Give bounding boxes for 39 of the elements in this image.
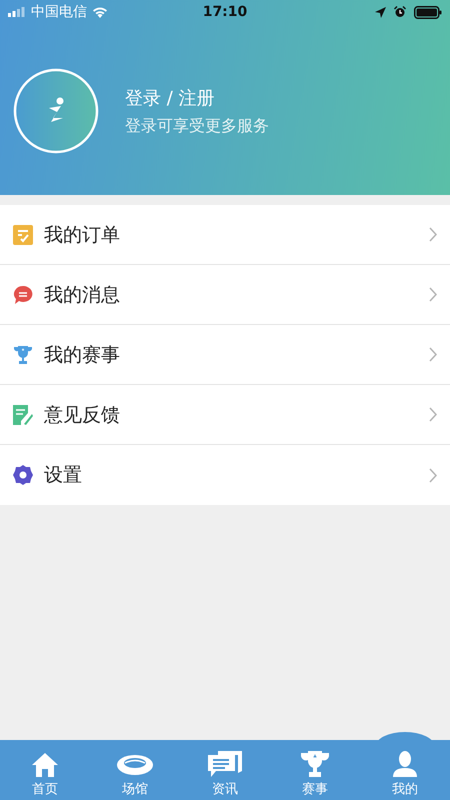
- news-chat-icon: [208, 751, 242, 777]
- home-icon: [32, 753, 58, 777]
- login-hint: 登录可享受更多服务: [125, 116, 269, 136]
- chevron-right-icon: [429, 468, 437, 482]
- menu-label: 设置: [44, 463, 83, 488]
- menu-item[interactable]: 设置: [0, 445, 450, 505]
- wifi-icon: [92, 6, 108, 18]
- menu-item[interactable]: 意见反馈: [0, 385, 450, 445]
- carrier-name: 中国电信: [31, 3, 87, 21]
- tab[interactable]: 赛事: [270, 740, 360, 800]
- chat-bubble-icon: [13, 284, 33, 304]
- chevron-right-icon: [429, 347, 437, 362]
- login-register-link[interactable]: 登录 / 注册: [125, 86, 269, 110]
- stadium-icon: [116, 753, 154, 777]
- location-icon: [374, 6, 386, 18]
- chevron-right-icon: [429, 227, 437, 242]
- menu-item[interactable]: 我的消息: [0, 265, 450, 325]
- settings-icon: [13, 465, 33, 485]
- alarm-icon: [394, 6, 406, 18]
- menu-label: 意见反馈: [44, 402, 121, 428]
- tab[interactable]: 资讯: [180, 740, 270, 800]
- trophy-icon: [301, 751, 329, 777]
- menu-label: 我的消息: [44, 282, 121, 308]
- tab[interactable]: 首页: [0, 740, 90, 800]
- chevron-right-icon: [429, 407, 437, 422]
- chevron-right-icon: [429, 287, 437, 302]
- edit-note-icon: [13, 404, 33, 424]
- trophy-icon: [13, 344, 33, 364]
- menu-label: 我的赛事: [44, 342, 121, 368]
- battery-icon: [414, 6, 442, 18]
- signal-icon: [8, 7, 26, 17]
- menu-item[interactable]: 我的订单: [0, 205, 450, 265]
- checklist-icon: [13, 224, 33, 244]
- menu-label: 我的订单: [44, 222, 121, 248]
- user-icon: [393, 751, 417, 777]
- logo-icon[interactable]: [13, 68, 99, 154]
- tab[interactable]: 场馆: [90, 740, 180, 800]
- menu-item[interactable]: 我的赛事: [0, 325, 450, 385]
- status-time: 17:10: [202, 4, 248, 20]
